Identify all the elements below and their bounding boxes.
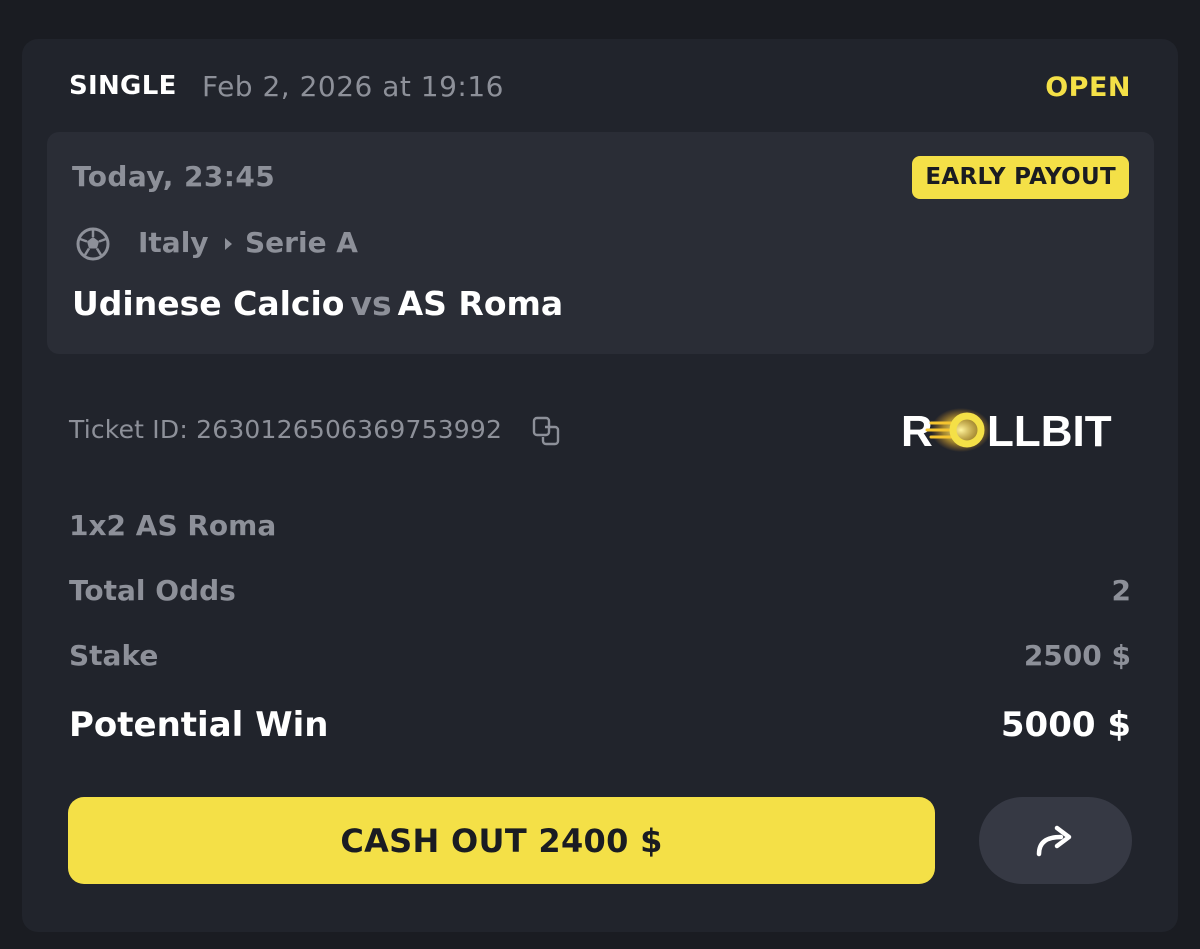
chevron-right-icon bbox=[225, 238, 232, 250]
share-arrow-icon bbox=[1036, 825, 1071, 856]
svg-text:LLBIT: LLBIT bbox=[987, 407, 1112, 455]
odds-label: Total Odds bbox=[69, 574, 236, 607]
copy-icon[interactable] bbox=[531, 415, 563, 447]
bet-placed-date: Feb 2, 2026 at 19:16 bbox=[202, 70, 504, 103]
potential-win-value: 5000 $ bbox=[1000, 705, 1131, 745]
away-team: AS Roma bbox=[397, 284, 564, 323]
share-button[interactable] bbox=[979, 797, 1132, 884]
selection-label: 1x2 AS Roma bbox=[69, 509, 277, 542]
selection-row: 1x2 AS Roma bbox=[69, 509, 1131, 549]
ticket-header: SINGLE Feb 2, 2026 at 19:16 OPEN bbox=[69, 67, 1131, 107]
stake-value: 2500 $ bbox=[1023, 639, 1131, 672]
soccer-ball-icon bbox=[76, 227, 110, 261]
stake-row: Stake 2500 $ bbox=[69, 639, 1131, 679]
event-panel[interactable]: Today, 23:45 EARLY PAYOUT Italy Serie A … bbox=[47, 132, 1154, 354]
status-badge: OPEN bbox=[1045, 72, 1131, 103]
league-name[interactable]: Serie A bbox=[245, 226, 358, 259]
home-team: Udinese Calcio bbox=[72, 284, 345, 323]
vs-separator: vs bbox=[350, 284, 392, 323]
league-country[interactable]: Italy bbox=[138, 226, 209, 259]
stake-label: Stake bbox=[69, 639, 159, 672]
early-payout-badge: EARLY PAYOUT bbox=[912, 156, 1129, 199]
match-teams: Udinese Calcio vs AS Roma bbox=[72, 284, 563, 323]
cash-out-button[interactable]: CASH OUT 2400 $ bbox=[68, 797, 935, 884]
ticket-id: Ticket ID: 2630126506369753992 bbox=[69, 415, 503, 444]
event-kickoff-time: Today, 23:45 bbox=[72, 160, 276, 193]
odds-value: 2 bbox=[1111, 574, 1131, 607]
potential-win-row: Potential Win 5000 $ bbox=[69, 705, 1131, 745]
potential-win-label: Potential Win bbox=[69, 705, 329, 745]
odds-row: Total Odds 2 bbox=[69, 574, 1131, 614]
rollbit-logo: R LLBIT bbox=[901, 407, 1112, 455]
bet-ticket-card: SINGLE Feb 2, 2026 at 19:16 OPEN Today, … bbox=[22, 39, 1178, 932]
bet-type-label: SINGLE bbox=[69, 71, 177, 101]
